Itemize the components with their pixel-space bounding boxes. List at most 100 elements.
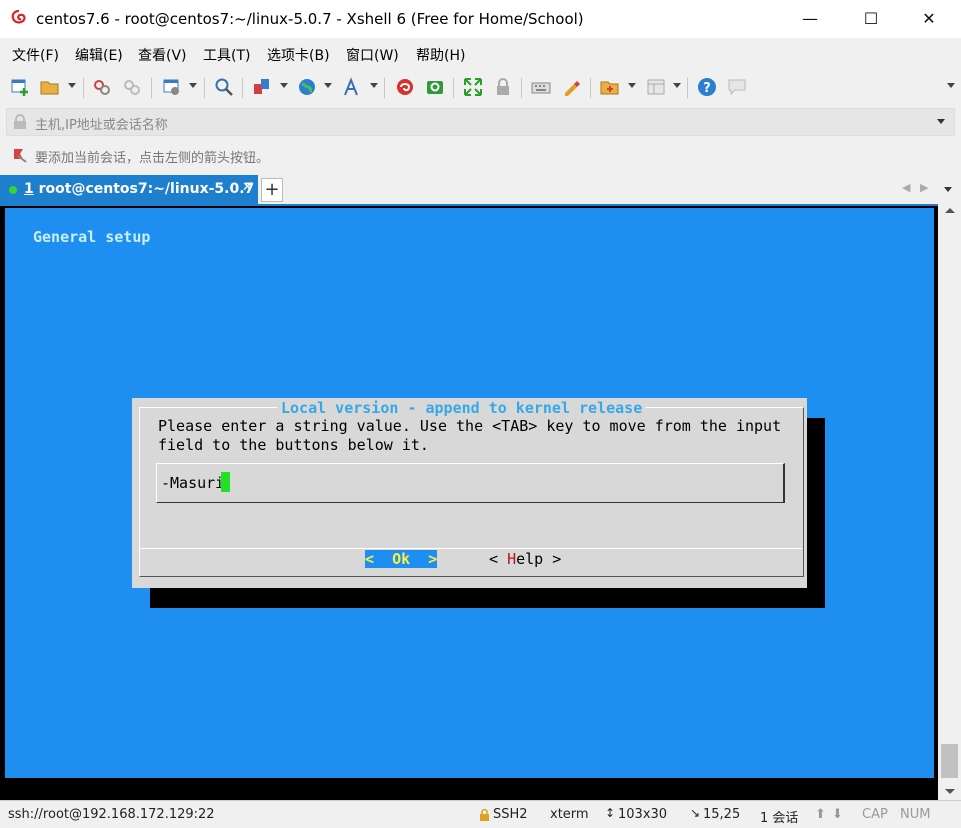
toolbar-separator [384,78,385,98]
status-connection: ssh://root@192.168.172.129:22 [8,807,215,822]
properties-dropdown-icon[interactable] [189,83,197,88]
status-cap: CAP [862,807,888,822]
tab-session-1[interactable]: 1 root@centos7:~/linux-5.0.7 ✕ [0,175,258,204]
status-terminal-type: xterm [550,807,589,822]
toolbar-separator [687,78,688,98]
status-sessions: 1 会话 [760,811,799,826]
status-cursor-pos: 15,25 [703,807,741,822]
title-bar: centos7.6 - root@centos7:~/linux-5.0.7 -… [0,0,961,38]
scroll-down-icon[interactable] [945,789,955,794]
compose-dropdown-icon[interactable] [628,83,636,88]
dialog-title: Local version - append to kernel release [277,399,647,417]
new-tab-button[interactable]: + [261,178,283,202]
tab-label: 1 root@centos7:~/linux-5.0.7 [24,181,254,197]
globe-icon[interactable] [297,77,317,97]
size-arrows-icon: ↕ [605,806,616,820]
scroll-up-icon[interactable] [945,208,955,213]
disconnect-icon[interactable] [122,77,142,97]
chat-icon[interactable] [727,77,747,97]
toolbar-overflow-icon[interactable] [947,83,955,88]
menu-tools[interactable]: 工具(T) [203,45,250,65]
layout-icon[interactable] [646,77,666,97]
maximize-button[interactable]: ☐ [848,0,894,38]
tab-title: root@centos7:~/linux-5.0.7 [38,181,255,197]
address-bar[interactable]: 主机,IP地址或会话名称 [6,108,955,136]
secure-lock-icon [480,808,489,821]
toolbar: ? [0,68,961,106]
cursor-pos-icon: ↘ [690,806,701,820]
new-session-icon[interactable] [10,77,30,97]
menu-view[interactable]: 查看(V) [138,45,187,65]
menu-tabs[interactable]: 选项卡(B) [267,45,330,65]
find-icon[interactable] [214,77,234,97]
menu-edit[interactable]: 编辑(E) [75,45,123,65]
tab-prev-icon[interactable]: ◀ [902,181,910,194]
toolbar-separator [242,78,243,98]
lock-small-icon [14,114,26,129]
terminal-screen[interactable]: General setup Local version - append to … [5,208,934,778]
status-protocol: SSH2 [493,807,528,822]
address-input[interactable]: 主机,IP地址或会话名称 [35,114,168,133]
tab-next-icon[interactable]: ▶ [920,181,928,194]
dialog-instruction-line1: Please enter a string value. Use the <TA… [158,417,782,435]
xshell-icon[interactable] [395,77,415,97]
keyboard-icon[interactable] [531,77,551,97]
help-button[interactable]: < Help > [489,550,561,568]
open-folder-icon[interactable] [40,77,60,97]
hint-text: 要添加当前会话，点击左侧的箭头按钮。 [35,151,270,166]
layout-dropdown-icon[interactable] [673,83,681,88]
help-rest: elp > [516,550,562,568]
input-dialog: Local version - append to kernel release… [132,398,807,588]
toolbar-separator [204,78,205,98]
menu-help[interactable]: 帮助(H) [416,45,465,65]
hint-bar: 要添加当前会话，点击左侧的箭头按钮。 [0,142,961,170]
menu-file[interactable]: 文件(F) [12,45,59,65]
status-size: 103x30 [618,807,668,822]
window-title: centos7.6 - root@centos7:~/linux-5.0.7 -… [36,10,584,28]
xshell-logo-icon [11,9,26,24]
input-value: -Masuri [161,474,225,492]
toolbar-separator [151,78,152,98]
minimize-button[interactable]: — [787,0,833,38]
font-icon[interactable] [342,77,362,97]
toolbar-separator [83,78,84,98]
toolbar-separator [521,78,522,98]
tab-list-dropdown-icon[interactable] [944,187,952,192]
download-arrow-icon: ⬇ [832,807,843,822]
scroll-thumb[interactable] [941,744,958,778]
properties-icon[interactable] [162,77,182,97]
terminal-scrollbar[interactable] [938,204,961,800]
compose-icon[interactable] [600,77,620,97]
status-num: NUM [900,807,931,822]
status-bar: ssh://root@192.168.172.129:22 SSH2 xterm… [0,800,961,828]
transfer-icon[interactable] [252,77,272,97]
toolbar-separator [590,78,591,98]
lock-icon[interactable] [493,77,513,97]
tab-number: 1 [24,181,34,197]
upload-arrow-icon: ⬆ [815,807,826,822]
text-cursor [221,472,230,492]
address-dropdown-icon[interactable] [937,119,945,124]
tab-close-icon[interactable]: ✕ [242,180,253,195]
button-separator [139,548,802,549]
open-dropdown-icon[interactable] [68,83,76,88]
help-icon[interactable]: ? [697,77,717,97]
font-dropdown-icon[interactable] [370,83,378,88]
help-hotkey: H [507,550,517,568]
menu-bar: 文件(F) 编辑(E) 查看(V) 工具(T) 选项卡(B) 窗口(W) 帮助(… [0,38,961,68]
menu-window[interactable]: 窗口(W) [346,45,399,65]
connection-status-icon [9,186,17,194]
help-open: < [489,550,508,568]
string-input-field[interactable]: -Masuri [156,463,785,503]
ok-button[interactable]: < Ok > [365,550,438,568]
bookmark-arrow-icon[interactable] [12,148,28,164]
highlight-icon[interactable] [561,77,581,97]
globe-dropdown-icon[interactable] [324,83,332,88]
transfer-dropdown-icon[interactable] [280,83,288,88]
menuconfig-heading: General setup [33,228,151,246]
xftp-icon[interactable] [425,77,445,97]
fullscreen-icon[interactable] [463,77,483,97]
reconnect-icon[interactable] [92,77,112,97]
close-button[interactable]: ✕ [906,0,952,38]
dialog-instruction-line2: field to the buttons below it. [158,436,429,454]
